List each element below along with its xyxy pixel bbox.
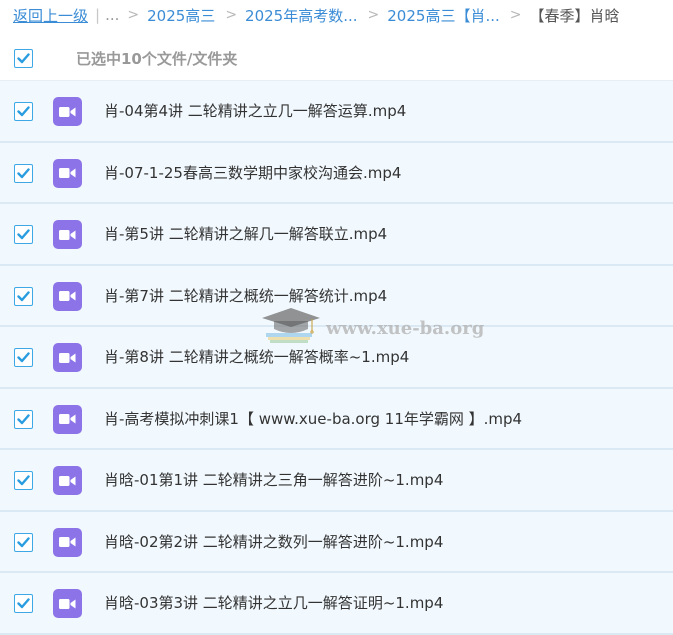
video-file-icon — [53, 97, 82, 126]
video-camera-icon — [59, 229, 76, 240]
breadcrumb-arrow-icon: > — [367, 7, 380, 23]
breadcrumb-ellipsis[interactable]: ... — [105, 6, 119, 24]
checkmark-icon — [17, 229, 30, 240]
file-checkbox[interactable] — [14, 225, 33, 244]
selection-count-label: 已选中10个文件/文件夹 — [76, 50, 238, 68]
file-row[interactable]: 肖-04第4讲 二轮精讲之立几一解答运算.mp4 — [0, 81, 673, 143]
video-camera-icon — [59, 475, 76, 486]
breadcrumb-link[interactable]: 2025年高考数... — [245, 5, 357, 26]
video-camera-icon — [59, 291, 76, 301]
checkmark-icon — [17, 53, 30, 64]
file-name[interactable]: 肖-高考模拟冲刺课1【 www.xue-ba.org 11年学霸网 】.mp4 — [104, 408, 522, 429]
file-row[interactable]: 肖-第7讲 二轮精讲之概统一解答统计.mp4 — [0, 265, 673, 327]
file-checkbox[interactable] — [14, 594, 33, 613]
file-list: 肖-04第4讲 二轮精讲之立几一解答运算.mp4 肖-07-1-25春高三数学期中… — [0, 81, 673, 635]
file-name[interactable]: 肖-第8讲 二轮精讲之概统一解答概率~1.mp4 — [104, 346, 409, 367]
breadcrumb-arrow-icon: > — [509, 7, 522, 23]
selection-header: 已选中10个文件/文件夹 — [0, 37, 673, 81]
checkmark-icon — [17, 106, 30, 117]
video-file-icon — [53, 466, 82, 495]
video-camera-icon — [59, 106, 76, 117]
video-file-icon — [53, 589, 82, 618]
breadcrumb: 返回上一级 | ... > 2025高三 > 2025年高考数... > 202… — [0, 0, 673, 30]
file-checkbox[interactable] — [14, 348, 33, 367]
breadcrumb-current: 【春季】肖晗 — [529, 6, 620, 25]
file-row[interactable]: 肖晗-01第1讲 二轮精讲之三角一解答进阶~1.mp4 — [0, 450, 673, 512]
file-row[interactable]: 肖晗-03第3讲 二轮精讲之立几一解答证明~1.mp4 — [0, 573, 673, 635]
file-name[interactable]: 肖-07-1-25春高三数学期中家校沟通会.mp4 — [104, 162, 401, 183]
file-name[interactable]: 肖晗-02第2讲 二轮精讲之数列一解答进阶~1.mp4 — [104, 531, 443, 552]
breadcrumb-link[interactable]: 2025高三 — [147, 5, 215, 26]
video-file-icon — [53, 220, 82, 249]
video-file-icon — [53, 527, 82, 557]
select-all-checkbox[interactable] — [14, 49, 33, 68]
checkmark-icon — [17, 475, 30, 486]
file-checkbox[interactable] — [14, 409, 33, 429]
file-row[interactable]: 肖-高考模拟冲刺课1【 www.xue-ba.org 11年学霸网 】.mp4 — [0, 388, 673, 450]
breadcrumb-link[interactable]: 2025高三【肖... — [387, 5, 499, 26]
file-name[interactable]: 肖-04第4讲 二轮精讲之立几一解答运算.mp4 — [104, 100, 406, 121]
back-link[interactable]: 返回上一级 — [13, 5, 88, 26]
file-row[interactable]: 肖-07-1-25春高三数学期中家校沟通会.mp4 — [0, 142, 673, 204]
checkmark-icon — [17, 167, 30, 178]
video-camera-icon — [59, 168, 76, 178]
breadcrumb-arrow-icon: > — [225, 7, 238, 23]
video-camera-icon — [59, 352, 76, 363]
video-camera-icon — [59, 414, 76, 424]
file-row[interactable]: 肖-第5讲 二轮精讲之解几一解答联立.mp4 — [0, 204, 673, 266]
breadcrumb-arrow-icon: > — [127, 7, 140, 23]
file-checkbox[interactable] — [14, 102, 33, 121]
file-name[interactable]: 肖晗-03第3讲 二轮精讲之立几一解答证明~1.mp4 — [104, 592, 443, 613]
video-file-icon — [53, 404, 82, 434]
video-file-icon — [53, 343, 82, 372]
file-checkbox[interactable] — [14, 471, 33, 490]
video-file-icon — [53, 281, 82, 311]
video-file-icon — [53, 158, 82, 188]
file-name[interactable]: 肖-第5讲 二轮精讲之解几一解答联立.mp4 — [104, 223, 387, 244]
file-checkbox[interactable] — [14, 286, 33, 306]
video-camera-icon — [59, 598, 76, 609]
checkmark-icon — [17, 413, 30, 424]
file-row[interactable]: 肖晗-02第2讲 二轮精讲之数列一解答进阶~1.mp4 — [0, 511, 673, 573]
file-name[interactable]: 肖-第7讲 二轮精讲之概统一解答统计.mp4 — [104, 285, 387, 306]
checkmark-icon — [17, 352, 30, 363]
checkmark-icon — [17, 290, 30, 301]
breadcrumb-separator: | — [95, 6, 101, 24]
file-checkbox[interactable] — [14, 163, 33, 183]
file-row[interactable]: 肖-第8讲 二轮精讲之概统一解答概率~1.mp4 — [0, 327, 673, 389]
checkmark-icon — [17, 536, 30, 547]
file-checkbox[interactable] — [14, 532, 33, 552]
video-camera-icon — [59, 537, 76, 547]
file-name[interactable]: 肖晗-01第1讲 二轮精讲之三角一解答进阶~1.mp4 — [104, 469, 443, 490]
checkmark-icon — [17, 598, 30, 609]
